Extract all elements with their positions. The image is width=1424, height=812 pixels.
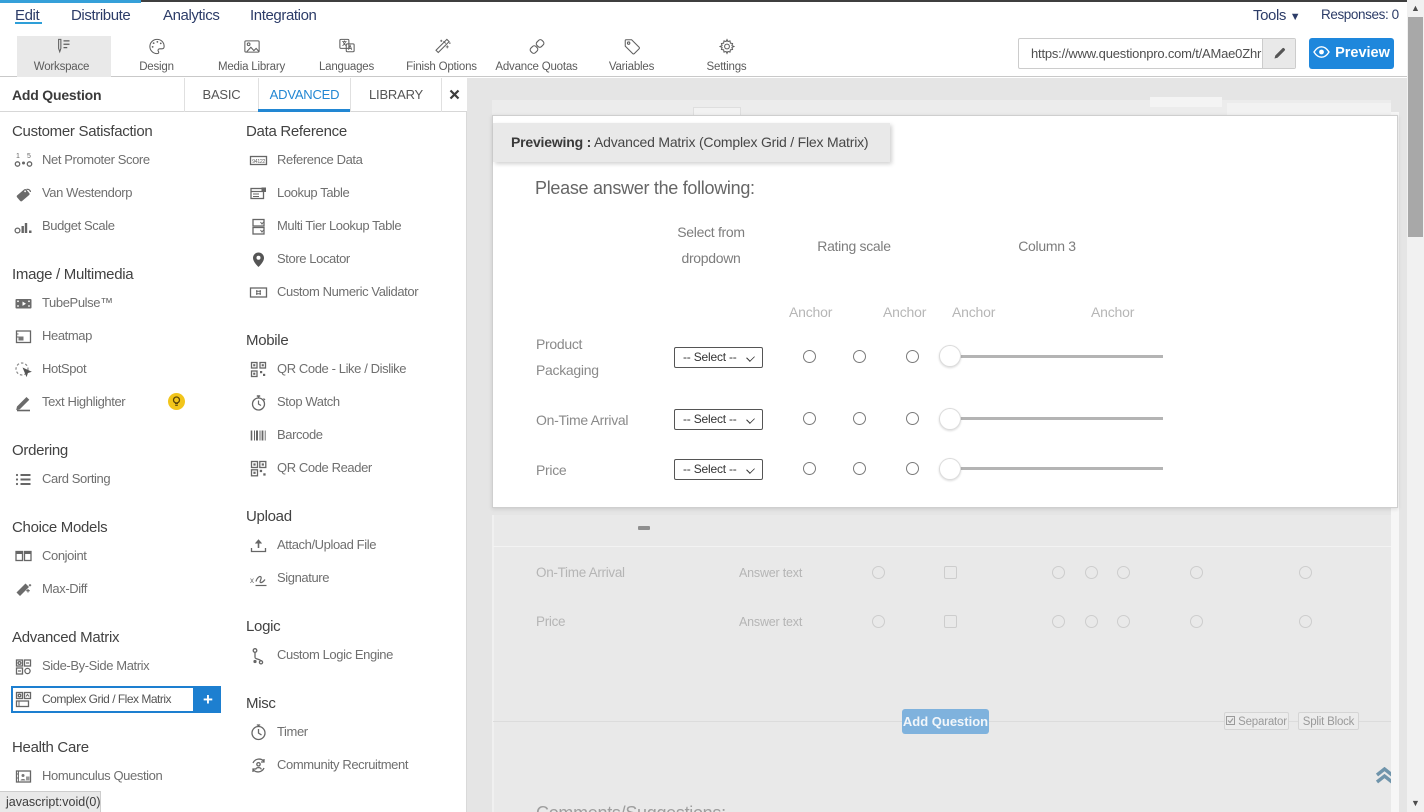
svg-text:1: 1 <box>16 153 20 160</box>
svg-text:5: 5 <box>27 153 31 160</box>
svg-text:x: x <box>250 576 254 585</box>
svg-text:94122: 94122 <box>252 159 265 165</box>
